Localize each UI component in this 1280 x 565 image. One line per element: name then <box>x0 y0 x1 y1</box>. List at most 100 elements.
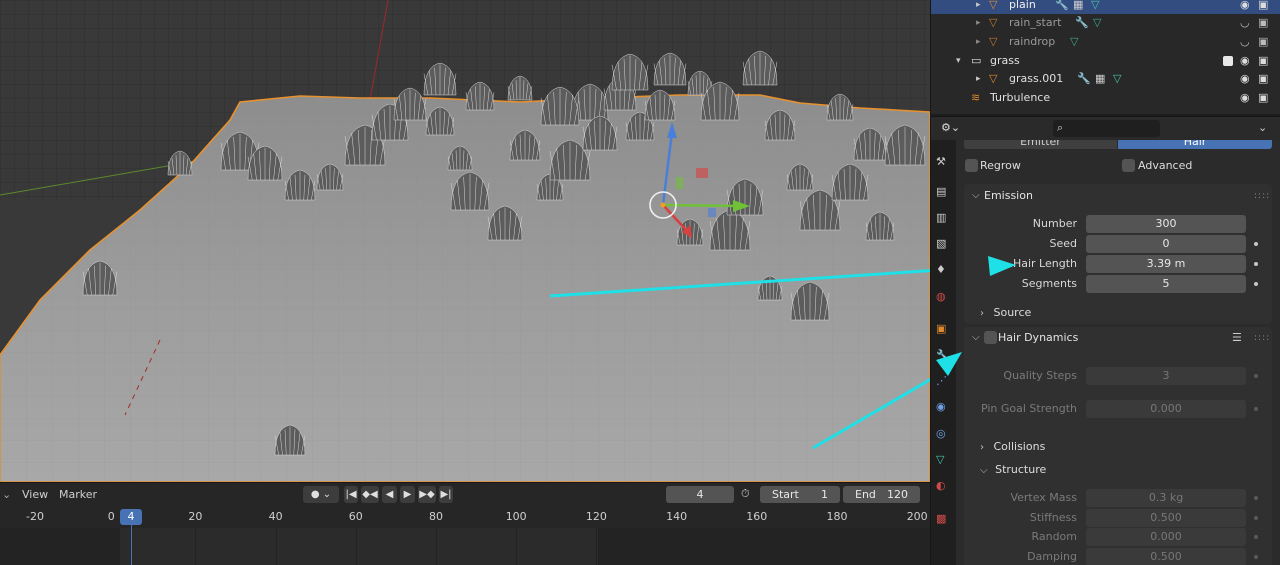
ruler-tick-label: 180 <box>826 510 848 523</box>
keyframe-dot-icon[interactable] <box>1254 407 1258 411</box>
hair-length-field[interactable]: 3.39 m <box>1086 255 1246 273</box>
current-frame-field[interactable]: 4 <box>666 486 734 503</box>
visibility-eye-icon[interactable]: ◉ <box>1240 89 1250 107</box>
physics-tab-icon[interactable]: ◉ <box>936 400 952 416</box>
material-tab-icon[interactable]: ◐ <box>936 479 952 495</box>
seed-label: Seed <box>1049 237 1078 250</box>
playhead-line <box>131 524 132 565</box>
output-tab-icon[interactable]: ▥ <box>936 211 952 227</box>
quality-steps-field[interactable]: 3 <box>1086 367 1246 385</box>
jump-start-button[interactable]: |◀ <box>344 486 358 503</box>
vertex-mass-field[interactable]: 0.3 kg <box>1086 489 1246 507</box>
world-tab-icon[interactable]: ◍ <box>936 290 952 306</box>
jump-end-button[interactable]: ▶| <box>439 486 453 503</box>
outliner-row-turbulence[interactable]: ≋ Turbulence ◉ ▣ <box>931 89 1280 107</box>
next-keyframe-button[interactable]: ▶◆ <box>418 486 436 503</box>
stiffness-field[interactable]: 0.500 <box>1086 509 1246 527</box>
expand-arrow-icon[interactable]: ▸ <box>976 14 981 32</box>
data-tab-icon[interactable]: ▽ <box>936 453 952 469</box>
playhead-handle[interactable]: 4 <box>120 509 142 525</box>
texture-tab-icon[interactable]: ▩ <box>936 512 952 528</box>
outliner-row-rain-start[interactable]: ▸ ▽ rain_start 🔧 ▽ ◡ ▣ <box>931 14 1280 32</box>
outliner-row-grass-001[interactable]: ▸ ▽ grass.001 🔧 ▦ ▽ ◉ ▣ <box>931 70 1280 88</box>
keying-button[interactable]: ● ⌄ <box>303 486 339 503</box>
pin-goal-strength-field[interactable]: 0.000 <box>1086 400 1246 418</box>
keyframe-dot-icon[interactable] <box>1254 282 1258 286</box>
emitter-tab[interactable]: Emitter <box>964 140 1117 149</box>
drag-handle-icon[interactable]: :::: <box>1254 185 1270 207</box>
modifiers-tab-icon[interactable]: 🔧 <box>936 349 952 365</box>
emission-panel-header[interactable]: ⌵ Emission :::: <box>964 185 1272 207</box>
keyframe-dot-icon[interactable] <box>1254 535 1258 539</box>
random-field[interactable]: 0.000 <box>1086 528 1246 546</box>
stiffness-label: Stiffness <box>1029 511 1077 524</box>
render-camera-icon[interactable]: ▣ <box>1258 70 1268 88</box>
regrow-checkbox[interactable] <box>965 159 978 172</box>
number-field[interactable]: 300 <box>1086 215 1246 233</box>
marker-menu[interactable]: Marker <box>59 488 97 501</box>
advanced-checkbox[interactable] <box>1122 159 1135 172</box>
object-tab-icon[interactable]: ▣ <box>936 322 952 338</box>
ruler-tick-label: -20 <box>26 510 44 523</box>
drag-handle-icon[interactable]: :::: <box>1254 327 1270 349</box>
render-camera-icon[interactable]: ▣ <box>1258 52 1268 70</box>
editor-type-icon[interactable]: ⚙⌄ <box>941 121 960 134</box>
damping-field[interactable]: 0.500 <box>1086 548 1246 565</box>
keyframe-dot-icon[interactable] <box>1254 242 1258 246</box>
view-menu[interactable]: View <box>22 488 48 501</box>
include-checkbox[interactable] <box>1223 56 1233 66</box>
play-button[interactable]: ▶ <box>400 486 415 503</box>
outliner-row-plain[interactable]: ▸ ▽ plain 🔧 ▦ ▽ ◉ ▣ <box>931 0 1280 14</box>
structure-subpanel[interactable]: ⌵ Structure <box>980 463 1046 476</box>
play-reverse-button[interactable]: ◀ <box>382 486 397 503</box>
render-camera-icon[interactable]: ▣ <box>1258 89 1268 107</box>
timeline-area[interactable]: -20 0 20 40 60 80 100 120 140 160 180 200 4 <box>0 506 930 565</box>
expand-arrow-icon[interactable]: ▸ <box>976 0 981 14</box>
keyframe-dot-icon[interactable] <box>1254 374 1258 378</box>
properties-search-input[interactable]: ⌕ <box>1053 120 1160 137</box>
expand-arrow-icon[interactable]: ▸ <box>976 70 981 88</box>
outliner-row-grass[interactable]: ▾ ▭ grass ◉ ▣ <box>931 52 1280 70</box>
segments-field[interactable]: 5 <box>1086 275 1246 293</box>
seed-field[interactable]: 0 <box>1086 235 1246 253</box>
hair-dynamics-checkbox[interactable] <box>984 331 997 344</box>
hidden-eye-icon[interactable]: ◡ <box>1240 14 1250 32</box>
start-frame-field[interactable]: Start 1 <box>760 486 840 503</box>
structure-label: Structure <box>995 463 1047 476</box>
particles-tab-icon[interactable]: ⋰ <box>936 374 952 390</box>
outliner[interactable]: ▸ ▽ plain 🔧 ▦ ▽ ◉ ▣ ▸ ▽ rain_start 🔧 ▽ ◡… <box>930 0 1280 114</box>
collisions-subpanel[interactable]: › Collisions <box>980 440 1045 453</box>
render-disabled-icon[interactable]: ▣ <box>1258 33 1268 51</box>
keyframe-dot-icon[interactable] <box>1254 496 1258 500</box>
particles-icon: ▦ <box>1095 72 1106 85</box>
presets-list-icon[interactable]: ☰ <box>1232 327 1242 349</box>
expand-arrow-icon[interactable]: ▸ <box>976 33 981 51</box>
visibility-eye-icon[interactable]: ◉ <box>1240 52 1250 70</box>
vertex-mass-label: Vertex Mass <box>1010 491 1077 504</box>
prev-keyframe-button[interactable]: ◆◀ <box>361 486 379 503</box>
hair-tab[interactable]: Hair <box>1118 140 1272 149</box>
editor-type-chevron-icon[interactable]: ⌄ <box>2 488 11 501</box>
ruler-tick-label: 120 <box>585 510 607 523</box>
source-subpanel[interactable]: › Source <box>980 306 1031 319</box>
tool-tab-icon[interactable]: ⚒ <box>936 155 952 171</box>
hair-dynamics-header[interactable]: ⌵ Hair Dynamics ☰ :::: <box>964 327 1272 349</box>
keyframe-dot-icon[interactable] <box>1254 555 1258 559</box>
scene-tab-icon[interactable]: ♦ <box>936 263 952 279</box>
visibility-eye-icon[interactable]: ◉ <box>1240 0 1250 14</box>
constraints-tab-icon[interactable]: ◎ <box>936 427 952 443</box>
outliner-row-raindrop[interactable]: ▸ ▽ raindrop ▽ ◡ ▣ <box>931 33 1280 51</box>
visibility-eye-icon[interactable]: ◉ <box>1240 70 1250 88</box>
render-disabled-icon[interactable]: ▣ <box>1258 14 1268 32</box>
render-tab-icon[interactable]: ▤ <box>936 185 952 201</box>
options-chevron-icon[interactable]: ⌄ <box>1258 121 1267 134</box>
3d-viewport[interactable] <box>0 0 930 482</box>
view-layer-tab-icon[interactable]: ▧ <box>936 237 952 253</box>
stopwatch-icon[interactable]: ⏱ <box>741 487 750 501</box>
collapse-arrow-icon[interactable]: ▾ <box>956 52 961 70</box>
end-frame-field[interactable]: End 120 <box>843 486 920 503</box>
keyframe-dot-icon[interactable] <box>1254 262 1258 266</box>
render-camera-icon[interactable]: ▣ <box>1258 0 1268 14</box>
keyframe-dot-icon[interactable] <box>1254 516 1258 520</box>
hidden-eye-icon[interactable]: ◡ <box>1240 33 1250 51</box>
